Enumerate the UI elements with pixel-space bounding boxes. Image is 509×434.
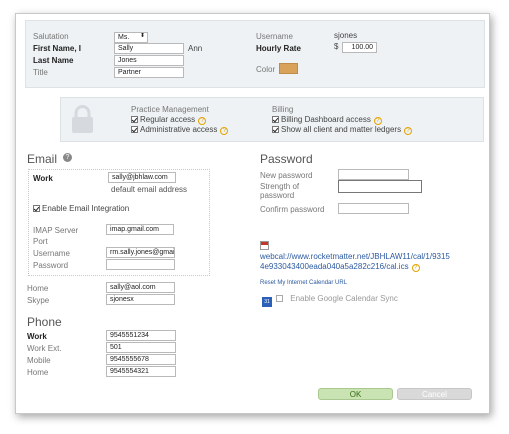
phone-work-label: Work (27, 332, 47, 341)
ok-button[interactable]: OK (318, 388, 393, 400)
regular-access-label: Regular access (140, 115, 196, 124)
administrative-access-label: Administrative access (140, 125, 218, 134)
email-username-input[interactable]: rm.sally.jones@gmai (106, 247, 175, 258)
salutation-select[interactable]: Ms. ⬍ (114, 32, 148, 43)
email-username-label: Username (33, 249, 70, 258)
help-icon[interactable]: ? (411, 264, 420, 272)
phone-home-input[interactable]: 9545554321 (106, 366, 176, 377)
new-password-input[interactable] (338, 169, 409, 180)
regular-access-checkbox[interactable] (131, 116, 138, 123)
administrative-access-option[interactable]: Administrative access? (131, 125, 229, 135)
help-icon[interactable]: ? (198, 117, 207, 125)
user-settings-dialog: Salutation Ms. ⬍ First Name, I Sally Ann… (15, 13, 490, 414)
phone-work-input[interactable]: 9545551234 (106, 330, 176, 341)
administrative-access-checkbox[interactable] (131, 126, 138, 133)
salutation-label: Salutation (33, 32, 69, 41)
help-circle-icon[interactable]: ? (63, 153, 72, 162)
home-email-label: Home (27, 284, 49, 293)
username-value: sjones (334, 31, 358, 40)
work-ext-input[interactable]: 501 (106, 342, 176, 353)
google-calendar-checkbox[interactable] (276, 295, 283, 302)
cancel-button[interactable]: Cancel (397, 388, 472, 400)
color-label: Color (256, 65, 276, 74)
salutation-value: Ms. (118, 34, 130, 41)
password-heading: Password (260, 152, 313, 166)
phone-home-label: Home (27, 368, 49, 377)
regular-access-option[interactable]: Regular access? (131, 115, 207, 125)
title-label: Title (33, 68, 48, 77)
last-name-input[interactable]: Jones (114, 55, 184, 66)
phone-heading: Phone (27, 315, 62, 329)
first-name-input[interactable]: Sally (114, 43, 184, 54)
calendar-icon (260, 241, 269, 250)
imap-server-input[interactable]: imap.gmail.com (106, 224, 174, 235)
calendar-url-line2-row: 4e933043400eada040a5a282c216/cal.ics? (260, 262, 420, 272)
billing-dashboard-option[interactable]: Billing Dashboard access? (272, 115, 382, 125)
mobile-input[interactable]: 9545555678 (106, 354, 176, 365)
billing-dashboard-label: Billing Dashboard access (281, 115, 371, 124)
hourly-rate-label: Hourly Rate (256, 44, 301, 53)
default-email-note: default email address (111, 185, 188, 194)
select-arrows-icon: ⬍ (139, 33, 145, 39)
strength-label-line1: Strength of (260, 182, 300, 191)
username-label: Username (256, 32, 293, 41)
google-calendar-icon: 31 (262, 297, 272, 307)
reset-calendar-url-link[interactable]: Reset My Internet Calendar URL (260, 280, 347, 286)
imap-server-label: IMAP Server (33, 226, 79, 235)
show-ledgers-checkbox[interactable] (272, 126, 279, 133)
currency-symbol: $ (334, 42, 339, 51)
confirm-password-label: Confirm password (260, 205, 325, 214)
help-icon[interactable]: ? (404, 127, 413, 135)
home-email-input[interactable]: sally@aol.com (106, 282, 175, 293)
google-calendar-label: Enable Google Calendar Sync (290, 294, 398, 303)
new-password-label: New password (260, 171, 313, 180)
port-label: Port (33, 237, 48, 246)
middle-name-value: Ann (188, 44, 203, 53)
enable-email-integration-label: Enable Email Integration (42, 204, 130, 213)
enable-email-integration-option[interactable]: Enable Email Integration (33, 204, 129, 213)
mobile-label: Mobile (27, 356, 51, 365)
skype-label: Skype (27, 296, 50, 305)
skype-input[interactable]: sjonesx (106, 294, 175, 305)
enable-email-integration-checkbox[interactable] (33, 205, 40, 212)
billing-dashboard-checkbox[interactable] (272, 116, 279, 123)
work-ext-label: Work Ext. (27, 344, 62, 353)
first-name-label: First Name, I (33, 44, 82, 53)
practice-management-title: Practice Management (131, 105, 209, 114)
help-icon[interactable]: ? (220, 127, 229, 135)
calendar-url-line2[interactable]: 4e933043400eada040a5a282c216/cal.ics (260, 262, 409, 271)
email-password-label: Password (33, 261, 69, 270)
lock-icon (70, 104, 95, 134)
password-strength-meter (338, 180, 422, 193)
last-name-label: Last Name (33, 56, 74, 65)
billing-title: Billing (272, 105, 294, 114)
email-work-label: Work (33, 174, 53, 183)
google-calendar-option[interactable]: 31 Enable Google Calendar Sync (262, 294, 398, 307)
confirm-password-input[interactable] (338, 203, 409, 214)
show-ledgers-label: Show all client and matter ledgers (281, 125, 402, 134)
color-swatch[interactable] (279, 63, 298, 74)
show-ledgers-option[interactable]: Show all client and matter ledgers? (272, 125, 413, 135)
title-input[interactable]: Partner (114, 67, 184, 78)
email-work-input[interactable]: sally@jbhlaw.com (108, 172, 176, 183)
user-info-panel (25, 20, 485, 88)
strength-label-line2: password (260, 191, 295, 200)
help-icon[interactable]: ? (373, 117, 382, 125)
calendar-url-line1[interactable]: webcal://www.rocketmatter.net/JBHLAW11/c… (260, 252, 450, 261)
hourly-rate-input[interactable]: 100.00 (342, 42, 377, 53)
email-password-input[interactable] (106, 259, 175, 270)
email-heading: Email (27, 152, 58, 166)
